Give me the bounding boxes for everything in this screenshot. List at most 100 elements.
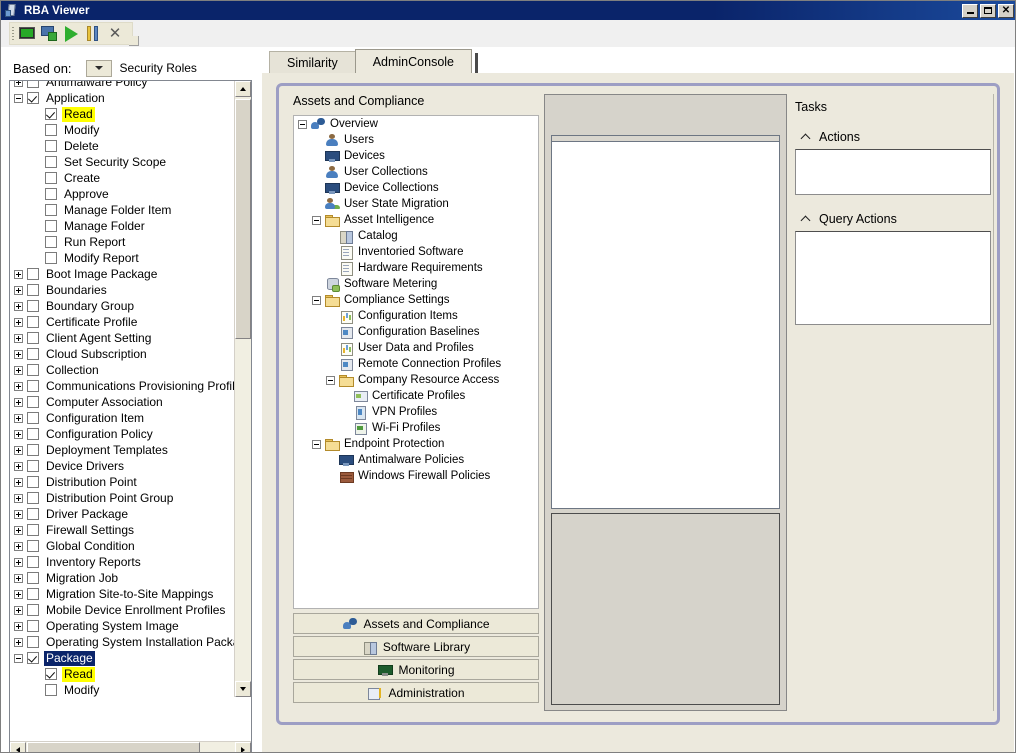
expand-icon[interactable] (14, 541, 23, 551)
permission-row[interactable]: Manage Folder (10, 218, 235, 234)
expand-icon[interactable] (14, 477, 23, 487)
permission-checkbox[interactable] (27, 92, 39, 104)
permission-row[interactable]: Boundary Group (10, 298, 235, 314)
permission-row[interactable]: Communications Provisioning Profile (10, 378, 235, 394)
expand-icon[interactable] (14, 333, 23, 343)
console-nav-item[interactable]: Catalog (294, 228, 538, 244)
expand-icon[interactable] (14, 381, 23, 391)
tools-icon[interactable] (82, 23, 104, 44)
permission-row[interactable]: Computer Association (10, 394, 235, 410)
expand-icon[interactable] (14, 509, 23, 519)
permission-row[interactable]: Collection (10, 362, 235, 378)
permission-checkbox[interactable] (45, 252, 57, 264)
console-nav-item[interactable]: Company Resource Access (294, 372, 538, 388)
permission-checkbox[interactable] (27, 284, 39, 296)
permissions-tree[interactable]: Antimalware Policy Application Read Modify D… (10, 81, 235, 697)
actions-group-content[interactable] (795, 149, 991, 195)
permission-row[interactable]: Package (10, 650, 235, 666)
permission-checkbox[interactable] (27, 348, 39, 360)
permission-row[interactable]: Modify Report (10, 250, 235, 266)
toolbar-overflow-handle[interactable] (129, 36, 139, 46)
console-icon[interactable] (16, 23, 38, 44)
expand-icon[interactable] (14, 493, 23, 503)
permission-row[interactable]: Read (10, 106, 235, 122)
permission-row[interactable]: Cloud Subscription (10, 346, 235, 362)
permission-checkbox[interactable] (45, 204, 57, 216)
expand-icon[interactable] (14, 557, 23, 567)
console-nav-item[interactable]: Hardware Requirements (294, 260, 538, 276)
permission-checkbox[interactable] (45, 668, 57, 680)
console-nav-item[interactable]: Overview (294, 116, 538, 132)
expand-icon[interactable] (14, 269, 23, 279)
minimize-button[interactable] (962, 3, 978, 18)
expand-icon[interactable] (14, 301, 23, 311)
tab-adminconsole[interactable]: AdminConsole (354, 49, 472, 73)
permission-row[interactable]: Client Agent Setting (10, 330, 235, 346)
console-nav-item[interactable]: Remote Connection Profiles (294, 356, 538, 372)
expand-icon[interactable] (14, 413, 23, 423)
permission-checkbox[interactable] (27, 508, 39, 520)
permission-row[interactable]: Configuration Item (10, 410, 235, 426)
console-nav-item[interactable]: Antimalware Policies (294, 452, 538, 468)
maximize-button[interactable] (980, 3, 996, 18)
actions-group-header[interactable]: Actions (795, 128, 991, 146)
console-nav-item[interactable]: Configuration Baselines (294, 324, 538, 340)
permission-checkbox[interactable] (27, 268, 39, 280)
permission-checkbox[interactable] (27, 476, 39, 488)
workspace-button-software-library[interactable]: Software Library (293, 636, 539, 657)
collapse-icon[interactable] (312, 439, 321, 449)
connect-icon[interactable] (38, 23, 60, 44)
permission-checkbox[interactable] (45, 236, 57, 248)
permission-checkbox[interactable] (27, 588, 39, 600)
collapse-icon[interactable] (326, 375, 335, 385)
expand-icon[interactable] (14, 605, 23, 615)
permission-checkbox[interactable] (27, 524, 39, 536)
console-nav-item[interactable]: Windows Firewall Policies (294, 468, 538, 484)
permission-checkbox[interactable] (27, 316, 39, 328)
close-button[interactable]: ✕ (998, 3, 1014, 18)
console-nav-item[interactable]: User Data and Profiles (294, 340, 538, 356)
console-nav-item[interactable]: Configuration Items (294, 308, 538, 324)
console-nav-tree[interactable]: Overview Users Devices User Collections Devi… (294, 116, 538, 484)
vertical-scroll-thumb[interactable] (235, 99, 251, 339)
permission-row[interactable]: Set Security Scope (10, 154, 235, 170)
permission-row[interactable]: Operating System Installation Package (10, 634, 235, 650)
console-nav-item[interactable]: User Collections (294, 164, 538, 180)
permission-row[interactable]: Manage Folder Item (10, 202, 235, 218)
based-on-dropdown[interactable] (85, 59, 112, 77)
play-icon[interactable] (60, 23, 82, 44)
expand-icon[interactable] (14, 349, 23, 359)
console-nav-item[interactable]: VPN Profiles (294, 404, 538, 420)
scroll-down-button[interactable] (235, 681, 251, 697)
console-nav-item[interactable]: Inventoried Software (294, 244, 538, 260)
permission-row[interactable]: Modify (10, 682, 235, 697)
tree-vertical-scrollbar[interactable] (234, 81, 251, 697)
expand-icon[interactable] (14, 429, 23, 439)
scroll-up-button[interactable] (235, 81, 251, 97)
permission-checkbox[interactable] (27, 428, 39, 440)
permission-checkbox[interactable] (27, 412, 39, 424)
expand-icon[interactable] (14, 397, 23, 407)
collapse-icon[interactable] (312, 295, 321, 305)
console-nav-item[interactable]: Device Collections (294, 180, 538, 196)
permission-checkbox[interactable] (27, 332, 39, 344)
permission-row[interactable]: Mobile Device Enrollment Profiles (10, 602, 235, 618)
permission-checkbox[interactable] (45, 140, 57, 152)
query-actions-group-content[interactable] (795, 231, 991, 325)
permission-row[interactable]: Configuration Policy (10, 426, 235, 442)
permission-row[interactable]: Modify (10, 122, 235, 138)
permission-row[interactable]: Inventory Reports (10, 554, 235, 570)
permission-checkbox[interactable] (27, 364, 39, 376)
permission-row[interactable]: Deployment Templates (10, 442, 235, 458)
permission-checkbox[interactable] (27, 620, 39, 632)
permission-row[interactable]: Create (10, 170, 235, 186)
permission-checkbox[interactable] (45, 188, 57, 200)
permission-checkbox[interactable] (27, 380, 39, 392)
permission-row[interactable]: Migration Job (10, 570, 235, 586)
scroll-right-button[interactable] (235, 742, 251, 752)
expand-icon[interactable] (14, 573, 23, 583)
permission-checkbox[interactable] (27, 396, 39, 408)
permission-checkbox[interactable] (45, 220, 57, 232)
expand-icon[interactable] (14, 525, 23, 535)
permission-row[interactable]: Distribution Point Group (10, 490, 235, 506)
